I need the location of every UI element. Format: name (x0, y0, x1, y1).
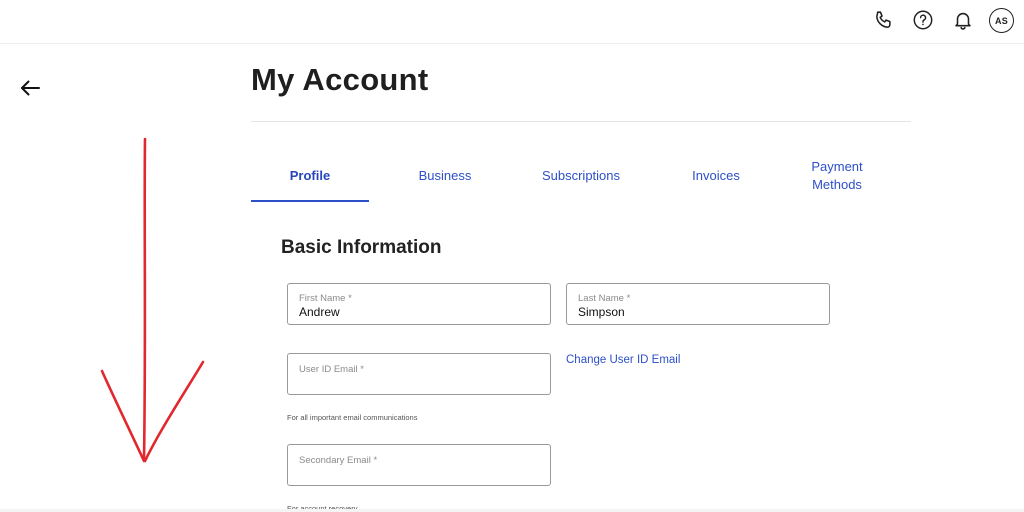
tab-invoices[interactable]: Invoices (657, 150, 775, 202)
tab-profile[interactable]: Profile (251, 150, 369, 202)
tab-payment-methods[interactable]: Payment Methods (797, 150, 877, 202)
avatar[interactable]: AS (989, 8, 1014, 33)
page-title: My Account (251, 62, 429, 97)
tab-subscriptions[interactable]: Subscriptions (519, 150, 643, 202)
top-bar: AS (0, 0, 1024, 44)
title-divider (251, 121, 911, 122)
first-name-field[interactable]: First Name * Andrew (287, 283, 551, 325)
user-id-email-field[interactable]: User ID Email * (287, 353, 551, 395)
user-id-email-label: User ID Email * (299, 364, 364, 375)
phone-icon[interactable] (872, 8, 896, 32)
help-icon[interactable] (911, 8, 935, 32)
secondary-email-field[interactable]: Secondary Email * (287, 444, 551, 486)
arrow-left-icon[interactable] (18, 76, 42, 100)
tab-bar: Profile Business Subscriptions Invoices … (251, 150, 911, 202)
change-user-id-email-link[interactable]: Change User ID Email (566, 354, 680, 366)
last-name-label: Last Name * (578, 293, 631, 304)
active-tab-indicator (251, 200, 369, 202)
section-title: Basic Information (281, 237, 442, 258)
user-id-email-helper: For all important email communications (287, 413, 418, 422)
annotation-arrow-icon (100, 137, 205, 463)
first-name-value[interactable]: Andrew (299, 305, 539, 319)
bell-icon[interactable] (951, 8, 975, 32)
last-name-field[interactable]: Last Name * Simpson (566, 283, 830, 325)
first-name-label: First Name * (299, 293, 352, 304)
last-name-value[interactable]: Simpson (578, 305, 818, 319)
secondary-email-label: Secondary Email * (299, 455, 378, 466)
tab-business[interactable]: Business (386, 150, 504, 202)
